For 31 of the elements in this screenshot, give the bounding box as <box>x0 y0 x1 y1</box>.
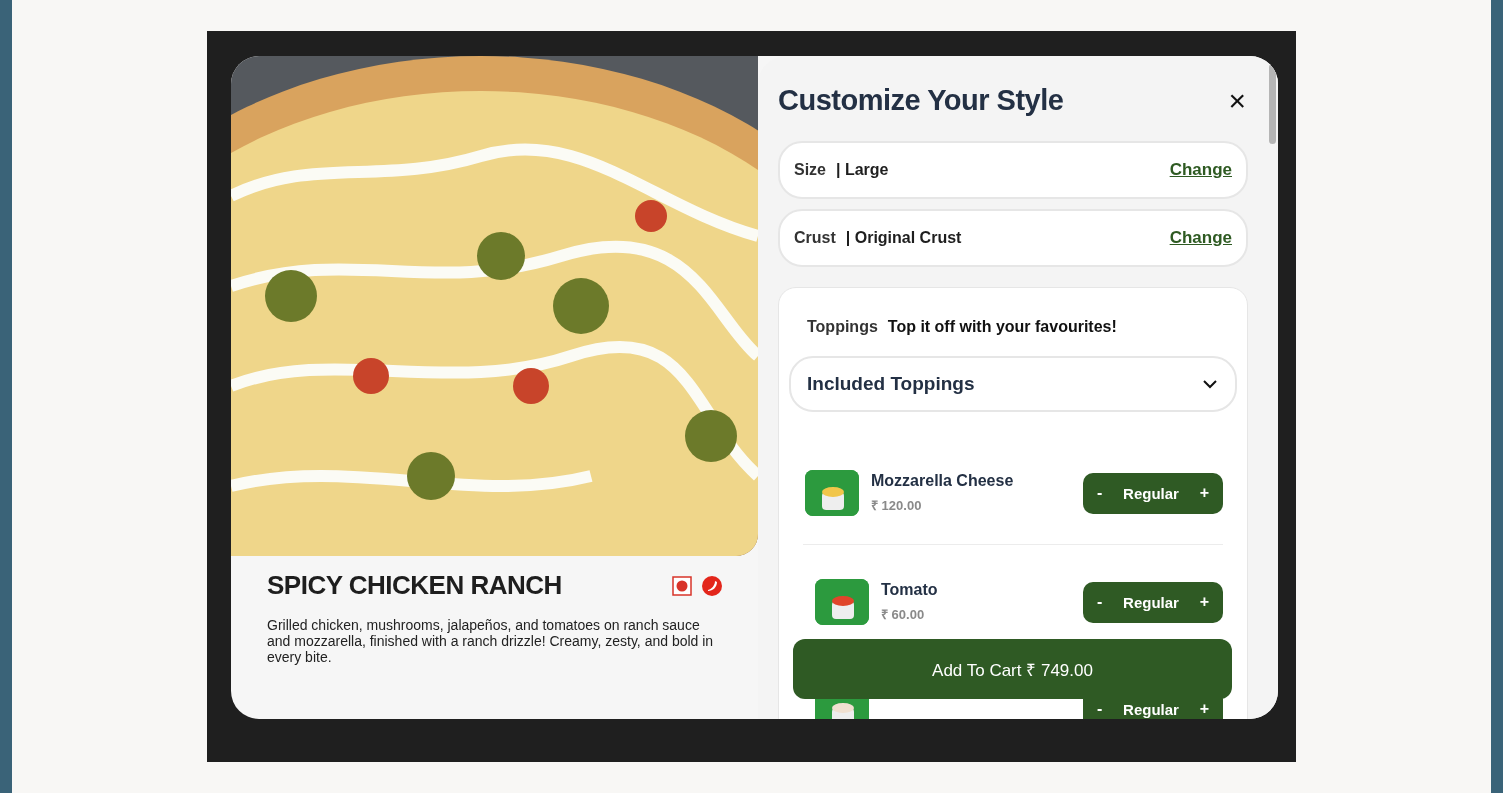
option-label: Crust <box>794 229 836 247</box>
topping-name: Mozzarella Cheese <box>871 472 1014 490</box>
panel-title: Customize Your Style <box>778 84 1064 117</box>
change-link[interactable]: Change <box>1169 160 1232 180</box>
close-button[interactable]: × <box>1226 85 1248 116</box>
portion-label: Regular <box>1123 593 1179 611</box>
decrease-button[interactable]: - <box>1091 484 1109 502</box>
decrease-button[interactable]: - <box>1091 700 1109 718</box>
add-to-cart-button[interactable]: Add To Cart ₹ 749.00 <box>793 639 1232 699</box>
option-label: Size <box>794 161 826 179</box>
chili-icon <box>702 575 722 596</box>
toppings-tagline: Top it off with your favourites! <box>887 318 1117 335</box>
topping-price: ₹ 120.00 <box>871 497 923 514</box>
portion-label: Regular <box>1123 700 1179 718</box>
change-link[interactable]: Change <box>1169 228 1232 248</box>
increase-button[interactable]: + <box>1193 484 1215 502</box>
decrease-button[interactable]: - <box>1091 593 1109 611</box>
product-title: SPICY CHICKEN RANCH <box>267 570 562 601</box>
topping-name: Tomato <box>881 581 938 599</box>
product-description: Grilled chicken, mushrooms, jalapeños, and tomatoes on ranch sauce and mozzarella, finished with a ranch drizzle! Creamy, zesty, and bold in every bite. <box>267 617 715 665</box>
increase-button[interactable]: + <box>1193 593 1215 611</box>
option-value: | Large <box>836 161 889 179</box>
chevron-icon <box>1203 379 1217 389</box>
scrollbar[interactable] <box>1269 64 1276 144</box>
non-veg-icon <box>672 575 692 596</box>
topping-price: ₹ 60.00 <box>881 606 926 623</box>
increase-button[interactable]: + <box>1193 700 1215 718</box>
toppings-label: Toppings <box>807 318 878 335</box>
portion-label: Regular <box>1123 484 1179 502</box>
option-value: | Original Crust <box>845 229 962 247</box>
toppings-dropdown[interactable]: Included Toppings <box>789 356 1237 412</box>
